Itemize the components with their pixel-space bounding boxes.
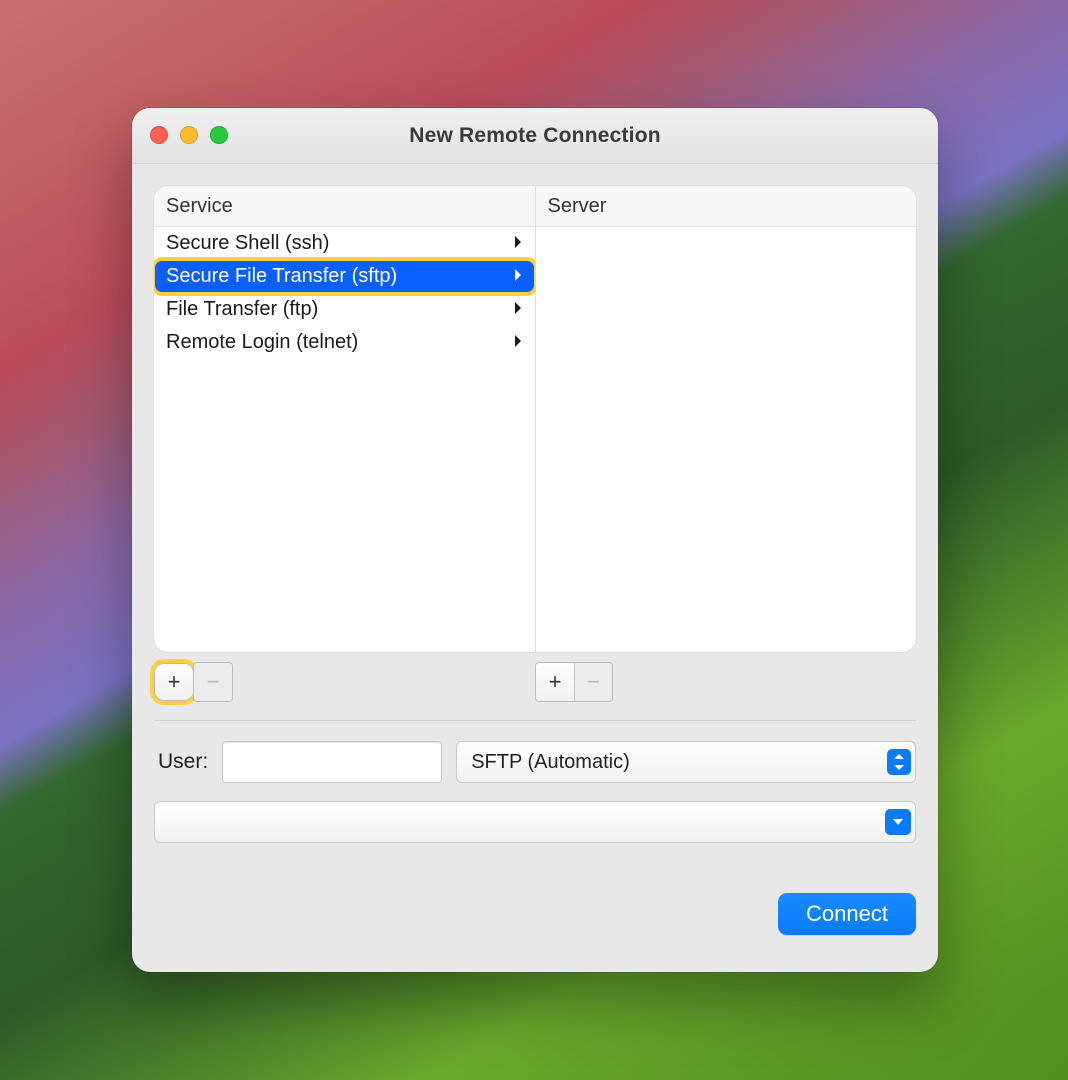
remove-server-button[interactable]: − [574,663,612,701]
dialog-footer: Connect [154,893,916,935]
close-window-button[interactable] [150,126,168,144]
service-row-label: File Transfer (ftp) [166,295,318,323]
service-column: Service Secure Shell (ssh) Secure File Tr… [154,186,536,652]
chevron-right-icon [513,328,523,356]
user-label: User: [154,750,208,774]
window-controls [150,126,228,144]
server-list[interactable] [536,227,917,652]
minus-icon: − [207,671,220,693]
service-remove-group: − [193,662,233,702]
service-row[interactable]: File Transfer (ftp) [154,293,535,326]
service-column-header: Service [154,186,535,227]
user-field[interactable] [222,741,442,783]
service-add-remove-group: + [154,663,194,701]
user-protocol-row: User: SFTP (Automatic) [154,741,916,783]
service-row-label: Secure File Transfer (sftp) [166,262,397,290]
connection-url-row [154,801,916,843]
service-server-pane: Service Secure Shell (ssh) Secure File Tr… [154,186,916,652]
titlebar: New Remote Connection [132,108,938,164]
chevron-right-icon [513,262,523,290]
remove-service-button[interactable]: − [194,663,232,701]
server-add-remove-group: + − [535,662,613,702]
add-server-button[interactable]: + [536,663,574,701]
service-row[interactable]: Secure Shell (ssh) [154,227,535,260]
divider [154,720,916,721]
window-content: Service Secure Shell (ssh) Secure File Tr… [132,164,938,953]
server-list-toolbar: + − [535,662,916,702]
protocol-select-value: SFTP (Automatic) [471,751,630,774]
service-list-toolbar: + − [154,662,535,702]
list-toolbars: + − + − [154,662,916,702]
minimize-window-button[interactable] [180,126,198,144]
server-column-header: Server [536,186,917,227]
chevron-right-icon [513,295,523,323]
minus-icon: − [587,671,600,693]
add-service-button[interactable]: + [155,664,193,700]
zoom-window-button[interactable] [210,126,228,144]
chevron-right-icon [513,229,523,257]
connection-url-combobox[interactable] [154,801,916,843]
service-row-label: Secure Shell (ssh) [166,229,329,257]
updown-stepper-icon [887,749,911,775]
server-column: Server [536,186,917,652]
service-row[interactable]: Secure File Transfer (sftp) [154,260,535,293]
plus-icon: + [549,671,562,693]
plus-icon: + [168,671,181,693]
new-remote-connection-window: New Remote Connection Service Secure She… [132,108,938,972]
chevron-down-icon [885,809,911,835]
window-title: New Remote Connection [132,124,938,148]
connect-button[interactable]: Connect [778,893,916,935]
service-row-label: Remote Login (telnet) [166,328,358,356]
service-list[interactable]: Secure Shell (ssh) Secure File Transfer (… [154,227,535,652]
service-row[interactable]: Remote Login (telnet) [154,326,535,359]
protocol-select[interactable]: SFTP (Automatic) [456,741,916,783]
